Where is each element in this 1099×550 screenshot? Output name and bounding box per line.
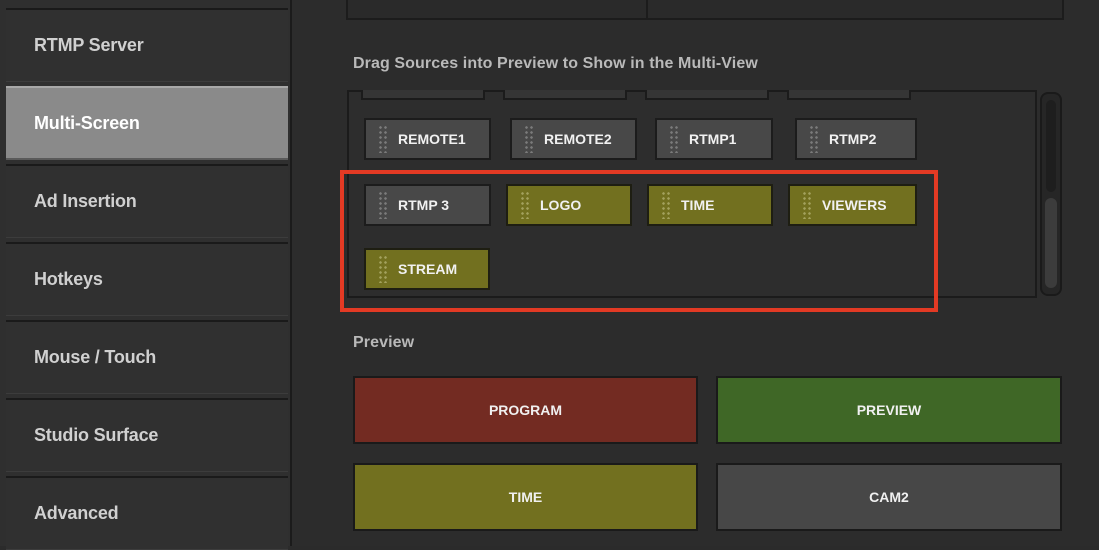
preview-tile-time[interactable]: TIME	[353, 463, 698, 531]
source-chip-cutoff[interactable]	[787, 90, 911, 100]
drag-handle-icon[interactable]	[524, 125, 534, 153]
source-label: STREAM	[398, 261, 458, 277]
sources-list: REMOTE1 REMOTE2 RTMP1 RTMP2 RTMP 3 LOGO …	[347, 90, 1037, 298]
preview-tile-cam2[interactable]: CAM2	[716, 463, 1062, 531]
settings-sidebar: RTMP Server Multi-Screen Ad Insertion Ho…	[0, 0, 292, 550]
source-chip-logo[interactable]: LOGO	[506, 184, 632, 226]
drag-handle-icon[interactable]	[378, 255, 388, 283]
drag-handle-icon[interactable]	[669, 125, 679, 153]
tile-label: PROGRAM	[488, 402, 563, 418]
drag-handle-icon[interactable]	[809, 125, 819, 153]
source-label: RTMP1	[689, 131, 737, 147]
sidebar-item-studio-surface[interactable]: Studio Surface	[6, 398, 288, 472]
source-chip-viewers[interactable]: VIEWERS	[788, 184, 917, 226]
source-chip-cutoff[interactable]	[645, 90, 769, 100]
sources-header: Drag Sources into Preview to Show in the…	[353, 55, 758, 72]
source-label: RTMP 3	[398, 197, 450, 213]
sidebar-item-multi-screen[interactable]: Multi-Screen	[6, 86, 288, 160]
drag-handle-icon[interactable]	[661, 191, 671, 219]
drag-handle-icon[interactable]	[802, 191, 812, 219]
drag-handle-icon[interactable]	[378, 191, 388, 219]
source-label: REMOTE1	[398, 131, 466, 147]
tile-label: PREVIEW	[856, 402, 922, 418]
drag-handle-icon[interactable]	[520, 191, 530, 219]
source-chip-cutoff[interactable]	[361, 90, 485, 100]
source-chip-rtmp2[interactable]: RTMP2	[795, 118, 917, 160]
sources-scrollbar[interactable]	[1040, 92, 1062, 296]
sidebar-item-ad-insertion[interactable]: Ad Insertion	[6, 164, 288, 238]
top-field	[346, 0, 1064, 20]
preview-header: Preview	[353, 334, 415, 351]
source-label: VIEWERS	[822, 197, 887, 213]
source-chip-rtmp3[interactable]: RTMP 3	[364, 184, 491, 226]
sidebar-item-advanced[interactable]: Advanced	[6, 476, 288, 550]
sidebar-item-rtmp-server[interactable]: RTMP Server	[6, 8, 288, 82]
scrollbar-track-upper[interactable]	[1046, 100, 1056, 192]
sidebar-item-mouse-touch[interactable]: Mouse / Touch	[6, 320, 288, 394]
source-chip-remote2[interactable]: REMOTE2	[510, 118, 637, 160]
source-label: REMOTE2	[544, 131, 612, 147]
preview-tile-program[interactable]: PROGRAM	[353, 376, 698, 444]
drag-handle-icon[interactable]	[378, 125, 388, 153]
sidebar-item-hotkeys[interactable]: Hotkeys	[6, 242, 288, 316]
tile-label: TIME	[508, 489, 543, 505]
source-chip-rtmp1[interactable]: RTMP1	[655, 118, 773, 160]
preview-tile-preview[interactable]: PREVIEW	[716, 376, 1062, 444]
source-label: RTMP2	[829, 131, 877, 147]
source-chip-remote1[interactable]: REMOTE1	[364, 118, 491, 160]
tile-label: CAM2	[869, 489, 909, 505]
source-chip-stream[interactable]: STREAM	[364, 248, 490, 290]
source-chip-time[interactable]: TIME	[647, 184, 773, 226]
scrollbar-thumb[interactable]	[1045, 198, 1057, 288]
multi-screen-panel: Drag Sources into Preview to Show in the…	[292, 0, 1099, 546]
source-chip-cutoff[interactable]	[503, 90, 627, 100]
source-label: TIME	[681, 197, 715, 213]
source-label: LOGO	[540, 197, 582, 213]
